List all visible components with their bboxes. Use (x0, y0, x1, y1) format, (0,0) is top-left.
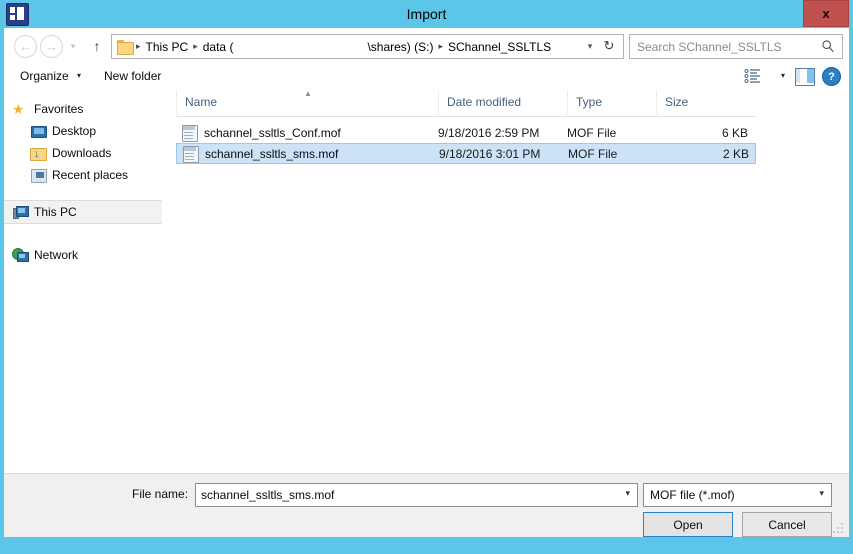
close-button[interactable]: x (803, 0, 849, 27)
file-type-cell: MOF File (568, 146, 618, 161)
up-one-level-button[interactable]: ↑ (88, 36, 106, 55)
sidebar-item-network[interactable]: Network (4, 244, 162, 266)
sidebar-item-downloads[interactable]: ↓ Downloads (4, 142, 162, 164)
sidebar-item-label: This PC (34, 205, 77, 219)
chevron-down-icon[interactable]: ▾ (583, 39, 597, 53)
column-header-name[interactable]: Name (176, 90, 438, 115)
downloads-icon: ↓ (30, 145, 47, 161)
folder-icon (117, 40, 134, 55)
sidebar-item-label: Recent places (52, 168, 129, 182)
file-size-cell: 6 KB (721, 125, 748, 140)
cancel-button[interactable]: Cancel (742, 512, 832, 537)
window-title: Import (406, 6, 447, 22)
main-area: ★ Favorites Desktop ↓ Downloads Recent p… (4, 89, 849, 473)
view-chevron-down-icon[interactable]: ▾ (781, 62, 785, 90)
file-date-cell: 9/18/2016 3:01 PM (439, 146, 541, 161)
file-name-value: schannel_ssltls_sms.mof (201, 488, 335, 502)
breadcrumb-data-share[interactable]: data ( (200, 40, 237, 54)
search-placeholder: Search SChannel_SSLTLS (637, 39, 782, 54)
breadcrumb-separator: ▸ (193, 41, 198, 51)
open-button[interactable]: Open (643, 512, 733, 537)
import-file-dialog-window: Import x ← → ▾ ↑ ▸ This PC ▸ data ( \sha… (0, 0, 853, 554)
sidebar-item-favorites[interactable]: ★ Favorites (4, 98, 162, 120)
organize-chevron-down-icon[interactable]: ▾ (77, 62, 81, 90)
mof-file-icon (182, 124, 198, 142)
column-header-size[interactable]: Size (656, 90, 756, 115)
mof-file-icon (183, 145, 199, 163)
file-type-value: MOF file (*.mof) (650, 488, 735, 502)
dialog-body: ← → ▾ ↑ ▸ This PC ▸ data ( \shares) (S:)… (4, 28, 849, 537)
forward-button[interactable]: → (40, 35, 63, 58)
recent-places-icon (30, 167, 47, 183)
network-icon (12, 247, 29, 263)
sidebar-item-desktop[interactable]: Desktop (4, 120, 162, 142)
file-name-label: File name: (132, 487, 189, 501)
dialog-footer: File name: schannel_ssltls_sms.mof ▾ MOF… (4, 473, 849, 537)
sidebar-item-label: Desktop (52, 124, 97, 138)
sidebar-item-recent-places[interactable]: Recent places (4, 164, 162, 186)
breadcrumb-separator: ▸ (136, 41, 141, 51)
file-size-cell: 2 KB (722, 146, 749, 161)
organize-button[interactable]: Organize (16, 62, 73, 90)
table-row[interactable]: schannel_ssltls_sms.mof 9/18/2016 3:01 P… (176, 143, 756, 164)
resize-grip-icon[interactable] (832, 522, 844, 534)
file-name-cell: schannel_ssltls_Conf.mof (204, 125, 341, 140)
sidebar-item-label: Network (34, 248, 79, 262)
file-date-cell: 9/18/2016 2:59 PM (438, 125, 540, 140)
file-name-cell: schannel_ssltls_sms.mof (205, 146, 339, 161)
search-input[interactable]: Search SChannel_SSLTLS (629, 34, 843, 59)
search-icon (822, 40, 834, 53)
command-toolbar: Organize ▾ New folder ▾ ? (4, 62, 849, 91)
sidebar-item-this-pc[interactable]: This PC (4, 200, 162, 224)
file-list-pane: ▲ Name Date modified Type Size schannel_… (162, 89, 849, 473)
file-name-chevron-down-icon[interactable]: ▾ (625, 488, 630, 499)
breadcrumb-schannel-ssltls[interactable]: SChannel_SSLTLS (445, 40, 554, 54)
this-pc-icon (12, 204, 29, 220)
navigation-pane: ★ Favorites Desktop ↓ Downloads Recent p… (4, 90, 163, 473)
refresh-icon[interactable]: ↻ (601, 38, 617, 54)
address-bar[interactable]: ▸ This PC ▸ data ( \shares) (S:) ▸ SChan… (111, 34, 624, 59)
breadcrumb-separator: ▸ (438, 41, 443, 51)
column-headers: ▲ Name Date modified Type Size (176, 89, 756, 117)
desktop-icon (30, 123, 47, 139)
file-type-chevron-down-icon: ▾ (819, 488, 824, 498)
back-button[interactable]: ← (14, 35, 37, 58)
breadcrumb-shares-drive[interactable]: \shares) (S:) (364, 40, 436, 54)
star-icon: ★ (12, 101, 25, 117)
file-type-cell: MOF File (567, 125, 617, 140)
column-header-date-modified[interactable]: Date modified (438, 90, 567, 115)
sidebar-item-label: Favorites (34, 102, 84, 116)
view-list-icon[interactable] (744, 68, 761, 84)
navigation-row: ← → ▾ ↑ ▸ This PC ▸ data ( \shares) (S:)… (4, 28, 849, 62)
recent-locations-button[interactable]: ▾ (66, 39, 80, 53)
file-name-input[interactable]: schannel_ssltls_sms.mof ▾ (195, 483, 638, 507)
help-icon[interactable]: ? (822, 67, 841, 86)
new-folder-button[interactable]: New folder (100, 62, 165, 90)
preview-pane-icon[interactable] (795, 68, 815, 86)
table-row[interactable]: schannel_ssltls_Conf.mof 9/18/2016 2:59 … (176, 122, 756, 143)
title-bar: Import x (0, 0, 853, 28)
sidebar-item-label: Downloads (52, 146, 112, 160)
column-header-type[interactable]: Type (567, 90, 656, 115)
breadcrumb-this-pc[interactable]: This PC (143, 40, 192, 54)
file-type-select[interactable]: MOF file (*.mof) ▾ (643, 483, 832, 507)
